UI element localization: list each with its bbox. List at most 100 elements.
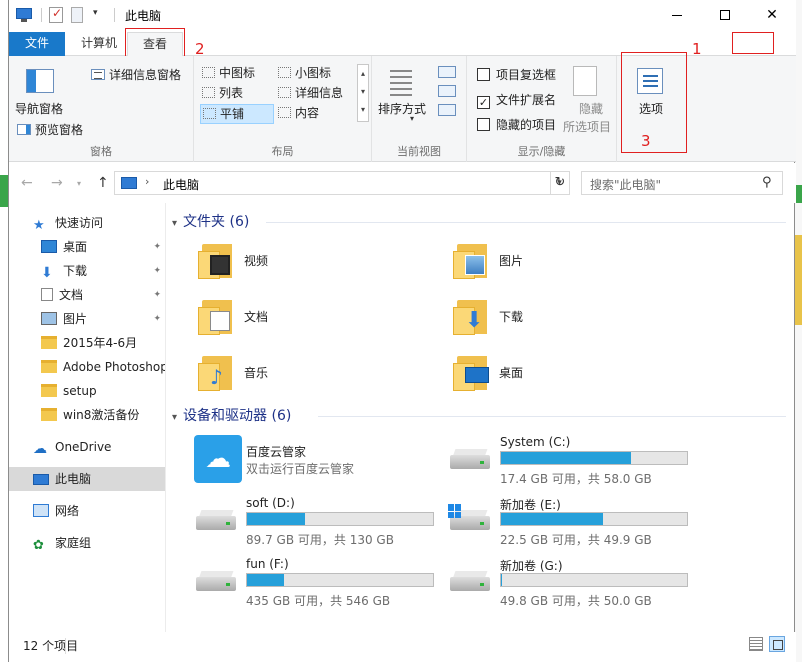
sort-by-icon[interactable]	[386, 66, 416, 98]
navigation-bar: ← → ▾ ↑ › 此电脑 ▾ ↻ 搜索"此电脑" ⚲	[9, 163, 796, 203]
drive-free-space: 49.8 GB 可用，共 50.0 GB	[500, 594, 652, 608]
pin-icon[interactable]: ✦	[153, 259, 161, 283]
search-icon[interactable]: ⚲	[762, 175, 772, 190]
navigation-pane-button[interactable]: 导航窗格	[15, 100, 63, 117]
recent-locations-icon[interactable]: ▾	[77, 179, 81, 188]
scroll-down-icon[interactable]: ▾	[358, 83, 368, 101]
folder-tile-desktop[interactable]: 桌面	[451, 351, 691, 401]
item-checkboxes-label: 项目复选框	[496, 68, 557, 82]
sidebar-item-folder[interactable]: Adobe Photoshop	[9, 355, 165, 379]
hidden-items-checkbox[interactable]	[477, 118, 490, 131]
tab-computer[interactable]: 计算机	[69, 32, 129, 56]
details-pane-button[interactable]: 详细信息窗格	[91, 66, 181, 83]
hidden-items-toggle[interactable]: 隐藏的项目	[477, 116, 556, 134]
quick-access-dropdown-icon[interactable]: ▾	[93, 8, 107, 24]
layout-details[interactable]: 详细信息	[276, 84, 354, 104]
star-icon: ★	[33, 218, 45, 233]
navigation-pane-icon[interactable]	[26, 69, 54, 93]
sidebar-item-label: 快速访问	[55, 216, 104, 230]
this-pc-icon[interactable]	[15, 7, 33, 23]
layout-tiles[interactable]: 平铺	[200, 104, 274, 124]
sidebar-item-documents[interactable]: 文档 ✦	[9, 283, 165, 307]
file-extensions-checkbox[interactable]: ✓	[477, 96, 490, 109]
annotation-box-3	[621, 52, 687, 153]
sidebar-item-desktop[interactable]: 桌面 ✦	[9, 235, 165, 259]
new-folder-icon[interactable]	[71, 7, 83, 23]
add-columns-icon[interactable]	[438, 85, 456, 97]
drive-tile[interactable]: soft (D:) 89.7 GB 可用，共 130 GB	[194, 496, 444, 552]
size-columns-icon[interactable]	[438, 104, 456, 116]
refresh-button[interactable]: ↻	[550, 171, 570, 195]
item-checkboxes-toggle[interactable]: 项目复选框	[477, 66, 556, 84]
drive-tile[interactable]: fun (F:) 435 GB 可用，共 546 GB	[194, 557, 444, 613]
more-icon[interactable]: ▾	[358, 101, 368, 119]
properties-icon[interactable]	[49, 6, 63, 23]
breadcrumb[interactable]: 此电脑	[163, 176, 199, 193]
sidebar-item-homegroup[interactable]: ✿ 家庭组	[9, 531, 165, 555]
drive-free-space: 435 GB 可用，共 546 GB	[246, 594, 391, 608]
pin-icon[interactable]: ✦	[153, 307, 161, 331]
folder-tile-downloads[interactable]: ⬇ 下载	[451, 295, 691, 345]
group-label-current-view: 当前视图	[397, 145, 441, 158]
preview-pane-button[interactable]: 预览窗格	[17, 121, 83, 138]
drive-tile[interactable]: 新加卷 (G:) 49.8 GB 可用，共 50.0 GB	[448, 557, 698, 613]
tab-file[interactable]: 文件	[9, 32, 65, 56]
maximize-button[interactable]	[702, 0, 748, 30]
file-extensions-toggle[interactable]: ✓ 文件扩展名	[477, 91, 556, 109]
system-drive-icon	[448, 449, 492, 471]
pin-icon[interactable]: ✦	[153, 283, 161, 307]
folder-tile-videos[interactable]: 视频	[196, 239, 436, 289]
drive-tile[interactable]: System (C:) 17.4 GB 可用，共 58.0 GB	[448, 435, 698, 491]
item-checkboxes-checkbox[interactable]	[477, 68, 490, 81]
up-button[interactable]: ↑	[97, 175, 109, 191]
section-header-devices[interactable]: ▾ 设备和驱动器 (6)	[172, 405, 291, 427]
sidebar-item-downloads[interactable]: ⬇ 下载 ✦	[9, 259, 165, 283]
preview-pane-label: 预览窗格	[35, 123, 84, 137]
folder-icon	[41, 384, 57, 397]
scroll-up-icon[interactable]: ▴	[358, 65, 368, 83]
pin-icon[interactable]: ✦	[153, 235, 161, 259]
folder-tile-documents[interactable]: 文档	[196, 295, 436, 345]
sidebar-item-folder[interactable]: setup	[9, 379, 165, 403]
device-tile-baidu[interactable]: ☁ 百度云管家 双击运行百度云管家	[194, 435, 444, 491]
back-button[interactable]: ←	[21, 175, 33, 191]
sidebar-item-pictures[interactable]: 图片 ✦	[9, 307, 165, 331]
layout-content[interactable]: 内容	[276, 104, 354, 124]
document-icon	[41, 288, 53, 301]
sort-by-dropdown-icon[interactable]: ▾	[410, 114, 414, 123]
details-view-button[interactable]	[749, 637, 763, 651]
folder-name: 桌面	[499, 366, 524, 380]
minimize-button[interactable]	[654, 0, 700, 30]
sidebar-item-folder[interactable]: 2015年4-6月	[9, 331, 165, 355]
ribbon-group-panes: 导航窗格 预览窗格 详细信息窗格 窗格	[9, 56, 194, 162]
hide-selected-button-line2[interactable]: 所选项目	[563, 118, 611, 135]
close-button[interactable]: ✕	[749, 0, 795, 30]
group-by-icon[interactable]	[438, 66, 456, 78]
folder-name: 图片	[499, 254, 524, 268]
sidebar-item-network[interactable]: 网络	[9, 499, 165, 523]
address-bar[interactable]: › 此电脑 ▾	[114, 171, 570, 195]
sidebar-item-this-pc[interactable]: 此电脑	[9, 467, 165, 491]
sidebar-item-quick-access[interactable]: ★ 快速访问	[9, 211, 165, 235]
hidden-items-label: 隐藏的项目	[496, 118, 557, 132]
breadcrumb-separator-icon[interactable]: ›	[145, 175, 149, 188]
file-extensions-label: 文件扩展名	[496, 93, 557, 107]
folder-tile-pictures[interactable]: 图片	[451, 239, 691, 289]
search-input[interactable]: 搜索"此电脑"	[590, 176, 661, 193]
section-header-folders[interactable]: ▾ 文件夹 (6)	[172, 211, 249, 233]
layout-gallery-scroll[interactable]: ▴ ▾ ▾	[357, 64, 369, 122]
sidebar-item-onedrive[interactable]: ☁ OneDrive	[9, 435, 165, 459]
layout-list[interactable]: 列表	[200, 84, 274, 104]
sidebar-item-folder[interactable]: win8激活备份	[9, 403, 165, 427]
forward-button[interactable]: →	[51, 175, 63, 191]
hide-selected-button[interactable]: 隐藏	[579, 100, 603, 117]
large-icons-view-button[interactable]	[769, 636, 785, 652]
search-box[interactable]: 搜索"此电脑" ⚲	[581, 171, 783, 195]
sort-by-button[interactable]: 排序方式	[378, 100, 426, 117]
close-icon: ✕	[766, 7, 778, 23]
drive-tile[interactable]: 新加卷 (E:) 22.5 GB 可用，共 49.9 GB	[448, 496, 698, 552]
layout-medium-icons[interactable]: 中图标	[200, 64, 274, 84]
layout-small-icons[interactable]: 小图标	[276, 64, 354, 84]
folder-tile-music[interactable]: ♪ 音乐	[196, 351, 436, 401]
maximize-icon	[720, 10, 730, 20]
